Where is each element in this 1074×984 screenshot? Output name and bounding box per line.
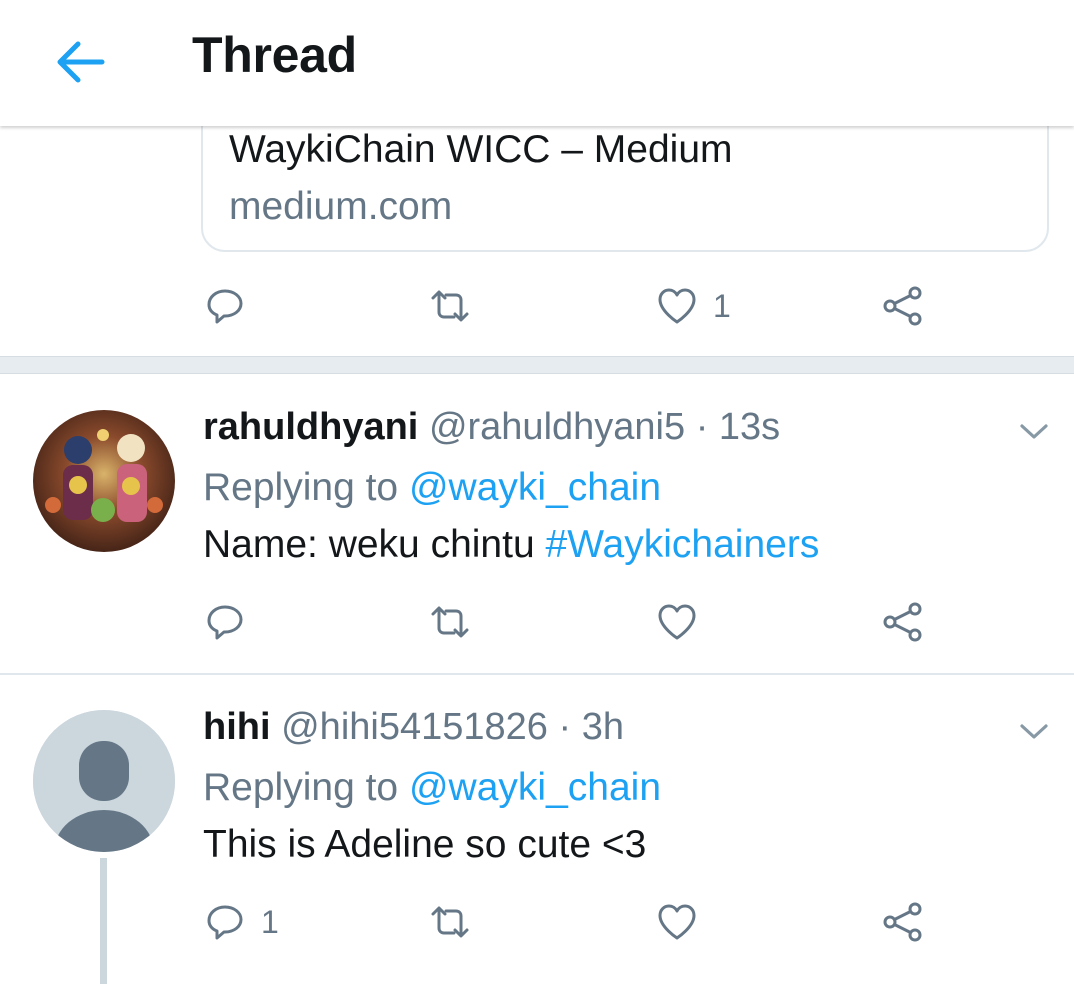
replying-to-label: Replying to	[203, 766, 399, 809]
section-divider	[0, 356, 1074, 374]
reply-button[interactable]: 1	[203, 892, 279, 952]
user-handle[interactable]: @hihi54151826	[281, 706, 548, 748]
original-tweet-actions: 1	[0, 276, 1074, 336]
thread-content: WaykiChain WICC – Medium medium.com 1 ra…	[0, 0, 1074, 984]
tweet-actions: 1	[0, 892, 1074, 952]
retweet-button[interactable]	[428, 276, 472, 336]
like-count: 1	[713, 287, 731, 324]
page-title: Thread	[192, 27, 357, 83]
replying-to: Replying to @wayki_chain	[203, 766, 661, 810]
share-button[interactable]	[881, 592, 925, 652]
share-button[interactable]	[881, 892, 925, 952]
replying-to-label: Replying to	[203, 466, 399, 509]
retweet-icon	[431, 606, 469, 638]
chevron-down-icon	[1020, 724, 1048, 739]
display-name[interactable]: rahuldhyani	[203, 406, 418, 448]
tweet-text: This is Adeline so cute <3	[203, 823, 646, 867]
share-button[interactable]	[881, 276, 925, 336]
reply-icon	[207, 905, 243, 940]
avatar[interactable]	[33, 710, 175, 852]
replying-to-mention[interactable]: @wayki_chain	[409, 466, 661, 509]
replying-to: Replying to @wayki_chain	[203, 466, 661, 510]
display-name[interactable]: hihi	[203, 706, 271, 748]
user-handle[interactable]: @rahuldhyani5	[429, 406, 685, 448]
reply-icon	[207, 605, 243, 640]
tweet-divider	[0, 673, 1074, 675]
tweet-body: This is Adeline so cute <3	[203, 823, 647, 866]
avatar[interactable]	[33, 410, 175, 552]
like-button[interactable]: 1	[655, 276, 731, 336]
tweet-time: 3h	[581, 706, 624, 748]
share-icon	[883, 902, 922, 942]
dot-separator: ·	[558, 706, 572, 748]
dot-separator: ·	[695, 406, 709, 448]
share-icon	[883, 602, 922, 642]
top-app-bar: Thread	[0, 0, 1074, 126]
replying-to-mention[interactable]: @wayki_chain	[409, 766, 661, 809]
hashtag-link[interactable]: #Waykichainers	[546, 523, 820, 566]
reply-button[interactable]	[203, 592, 261, 652]
tweet-actions	[0, 592, 1074, 652]
reply-count: 1	[261, 903, 279, 940]
tweet-text: Name: weku chintu #Waykichainers	[203, 523, 819, 567]
reply-icon	[207, 289, 243, 324]
tweet-menu-caret[interactable]	[1014, 712, 1054, 752]
avatar-image-icon	[33, 410, 175, 552]
tweet-time: 13s	[718, 406, 781, 448]
retweet-button[interactable]	[428, 592, 472, 652]
arrow-left-icon	[57, 41, 105, 83]
tweet-header: rahuldhyani @rahuldhyani5 · 13s	[203, 406, 780, 449]
tweet-body: Name: weku chintu	[203, 523, 535, 566]
heart-icon	[658, 904, 696, 940]
back-button[interactable]	[48, 30, 112, 94]
default-avatar-icon	[33, 710, 175, 852]
like-button[interactable]	[655, 592, 713, 652]
tweet-menu-caret[interactable]	[1014, 412, 1054, 452]
reply-button[interactable]	[203, 276, 261, 336]
retweet-icon	[431, 906, 469, 938]
link-card-title: WaykiChain WICC – Medium	[229, 128, 733, 171]
retweet-button[interactable]	[428, 892, 472, 952]
heart-icon	[658, 604, 696, 640]
chevron-down-icon	[1020, 424, 1048, 439]
like-button[interactable]	[655, 892, 713, 952]
link-card-domain: medium.com	[229, 185, 453, 228]
retweet-icon	[431, 290, 469, 322]
share-icon	[883, 286, 922, 326]
heart-icon	[658, 288, 696, 324]
tweet-header: hihi @hihi54151826 · 3h	[203, 706, 624, 749]
